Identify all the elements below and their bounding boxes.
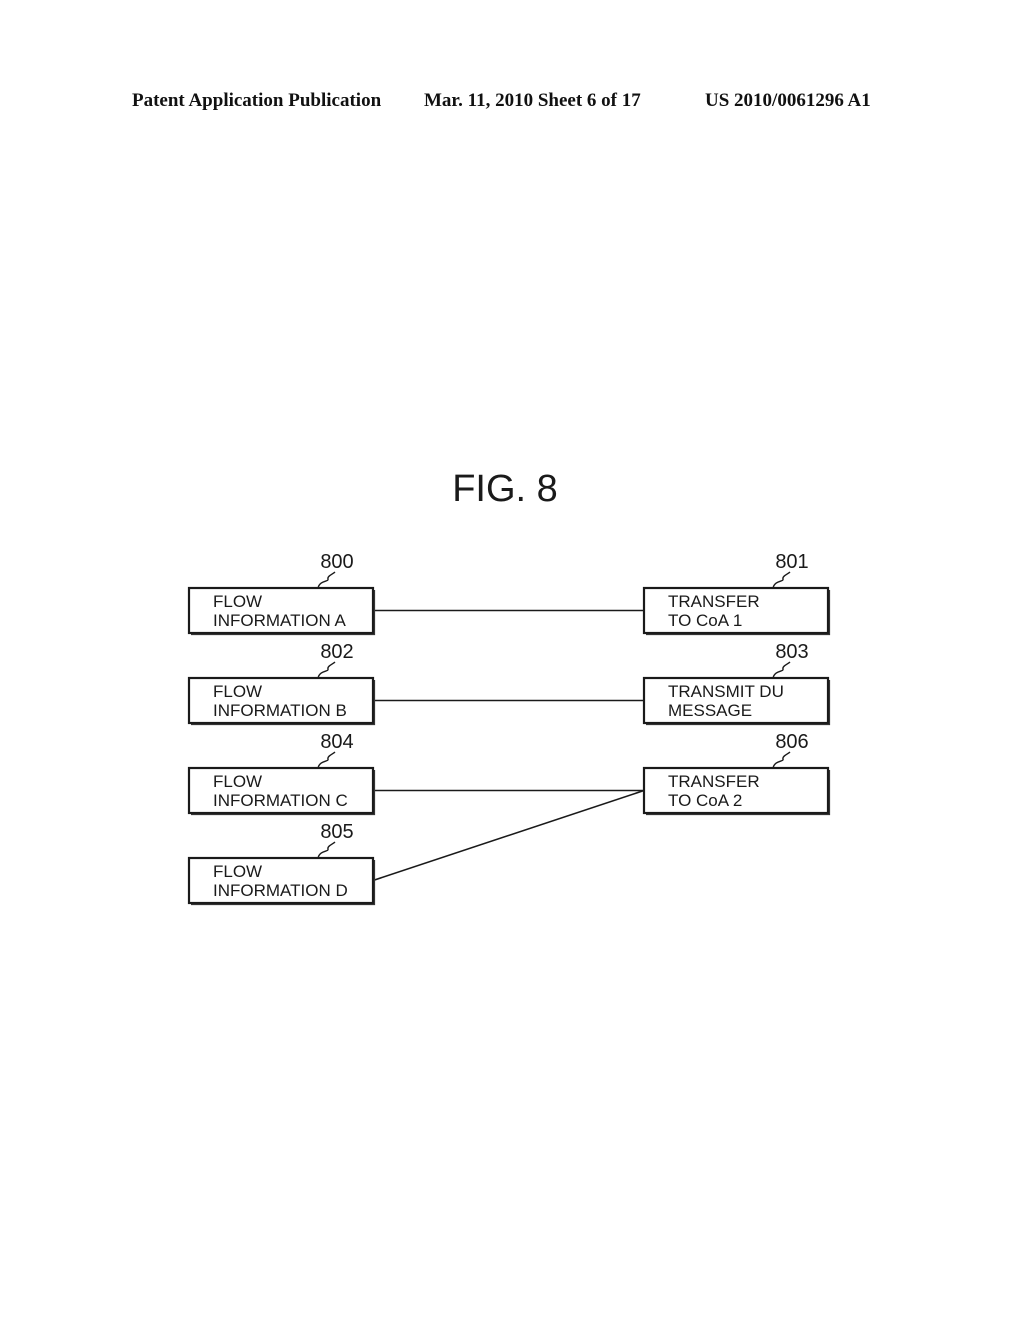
leader-line	[772, 751, 791, 769]
box-label-line: FLOW	[213, 862, 262, 881]
flow-box-800: FLOWINFORMATION A 800	[187, 551, 376, 636]
reference-numeral: 805	[320, 821, 353, 843]
box-label-line: TRANSFER	[668, 592, 760, 611]
leader-line	[317, 841, 336, 859]
reference-numeral: 806	[775, 731, 808, 753]
leader-line	[317, 571, 336, 589]
leader-line	[317, 661, 336, 679]
box-label-line: FLOW	[213, 592, 262, 611]
box-label-line: INFORMATION C	[213, 791, 348, 810]
flow-box-805: FLOWINFORMATION D 805	[187, 821, 376, 906]
connections	[372, 609, 645, 882]
reference-numeral: 801	[775, 551, 808, 573]
box-label-line: TO CoA 1	[668, 611, 742, 630]
box-label-line: FLOW	[213, 682, 262, 701]
connector-805-806	[372, 789, 645, 882]
box-label-line: TRANSMIT DU	[668, 682, 784, 701]
flow-box-806: TRANSFERTO CoA 2 806	[642, 731, 831, 816]
boxes: FLOWINFORMATION A800TRANSFERTO CoA 1801F…	[187, 551, 831, 906]
leader-line	[772, 661, 791, 679]
flow-diagram: FLOWINFORMATION A800TRANSFERTO CoA 1801F…	[187, 551, 831, 906]
reference-numeral: 800	[320, 551, 353, 573]
box-label-line: TRANSFER	[668, 772, 760, 791]
box-label-line: INFORMATION D	[213, 881, 348, 900]
leader-line	[317, 751, 336, 769]
reference-numeral: 802	[320, 641, 353, 663]
reference-numeral: 803	[775, 641, 808, 663]
flow-box-803: TRANSMIT DUMESSAGE 803	[642, 641, 831, 726]
flow-box-804: FLOWINFORMATION C 804	[187, 731, 376, 816]
leader-line	[772, 571, 791, 589]
reference-numeral: 804	[320, 731, 353, 753]
flow-box-801: TRANSFERTO CoA 1 801	[642, 551, 831, 636]
box-label-line: MESSAGE	[668, 701, 752, 720]
box-label-line: FLOW	[213, 772, 262, 791]
box-label-line: TO CoA 2	[668, 791, 742, 810]
box-label-line: INFORMATION B	[213, 701, 347, 720]
box-label-line: INFORMATION A	[213, 611, 347, 630]
flow-box-802: FLOWINFORMATION B 802	[187, 641, 376, 726]
